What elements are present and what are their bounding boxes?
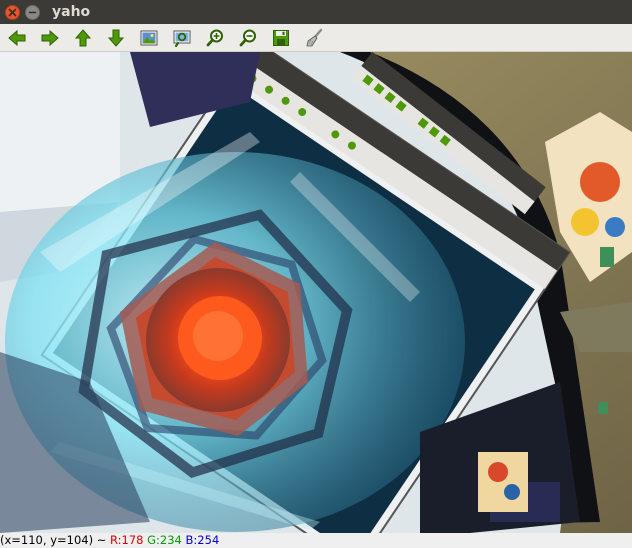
close-icon — [8, 8, 17, 16]
title-bar: yaho — [0, 0, 632, 24]
pixel-blue-value: B:254 — [185, 533, 220, 547]
minimize-icon — [28, 11, 37, 13]
arrow-down-icon — [107, 29, 125, 47]
pan-right-button[interactable] — [39, 27, 61, 49]
minimize-window-button[interactable] — [25, 4, 40, 20]
zoom-out-icon — [239, 29, 256, 46]
cursor-coordinates: (x=110, y=104) ~ — [0, 533, 107, 547]
image-icon — [140, 30, 158, 45]
pan-left-button[interactable] — [6, 27, 28, 49]
status-bar: (x=110, y=104) ~ R:178 G:234 B:254 — [0, 533, 632, 548]
pan-down-button[interactable] — [105, 27, 127, 49]
pan-up-button[interactable] — [72, 27, 94, 49]
zoom-fit-button[interactable] — [171, 27, 193, 49]
zoom-in-button[interactable] — [204, 27, 226, 49]
close-window-button[interactable] — [5, 4, 20, 20]
arrow-up-icon — [74, 28, 92, 46]
arrow-right-icon — [41, 29, 59, 46]
brush-icon — [306, 28, 323, 46]
properties-button[interactable] — [303, 27, 325, 49]
floppy-disk-icon — [273, 29, 289, 46]
pixel-green-value: G:234 — [147, 533, 182, 547]
window-title: yaho — [52, 4, 91, 20]
save-button[interactable] — [270, 27, 292, 49]
toolbar — [0, 24, 632, 52]
zoom-in-icon — [206, 29, 223, 46]
zoom-original-button[interactable] — [138, 27, 160, 49]
arrow-left-icon — [8, 29, 26, 46]
camera-frame-image — [0, 52, 632, 533]
image-viewport[interactable] — [0, 52, 632, 533]
zoom-out-button[interactable] — [237, 27, 259, 49]
pixel-red-value: R:178 — [110, 533, 144, 547]
zoom-frame-icon — [173, 30, 191, 47]
